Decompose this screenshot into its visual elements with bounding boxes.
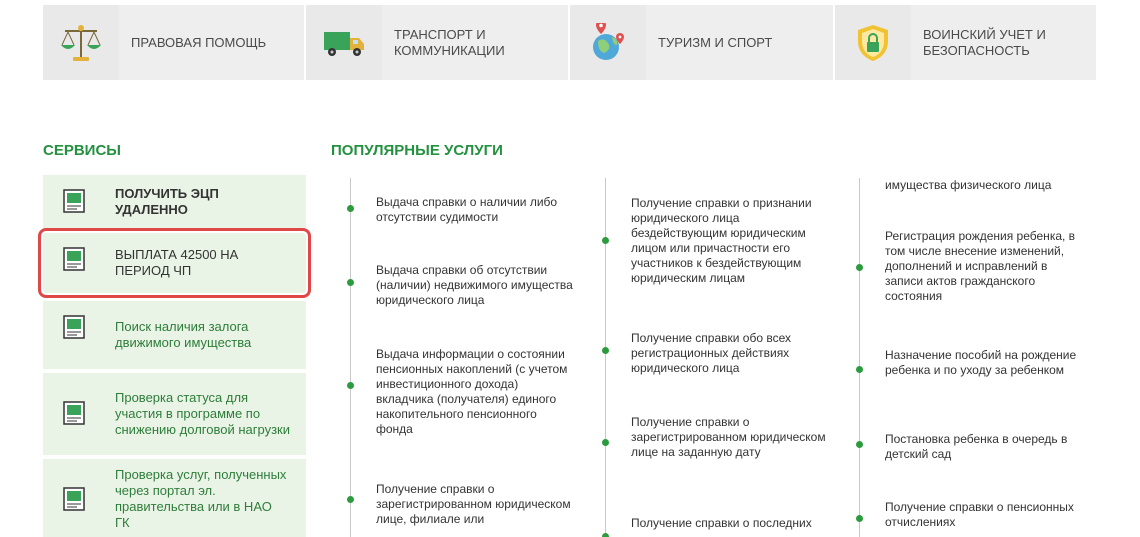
document-icon <box>63 401 85 425</box>
popular-item-label: Получение справки о признании юридическо… <box>631 196 812 285</box>
timeline-dot <box>347 382 354 389</box>
timeline-dot <box>856 264 863 271</box>
service-payment-42500[interactable]: ВЫПЛАТА 42500 НА ПЕРИОД ЧП <box>38 228 311 298</box>
service-label: Проверка услуг, полученных через портал … <box>115 467 287 530</box>
service-check-received-services[interactable]: Проверка услуг, полученных через портал … <box>43 459 306 537</box>
popular-item-label: Выдача справки о наличии либо отсутствии… <box>376 195 558 224</box>
timeline-dot <box>856 441 863 448</box>
service-label: ВЫПЛАТА 42500 НА ПЕРИОД ЧП <box>115 247 239 278</box>
service-pledge-search[interactable]: Поиск наличия залога движимого имущества <box>43 301 306 369</box>
timeline-line <box>350 178 351 537</box>
timeline-dot <box>347 205 354 212</box>
popular-item-label: Получение справки обо всех регистрационн… <box>631 331 792 375</box>
service-debt-program-status[interactable]: Проверка статуса для участия в программе… <box>43 373 306 455</box>
category-label: ТУРИЗМ И СПОРТ <box>646 5 833 80</box>
timeline-line <box>859 178 860 537</box>
category-military-security[interactable]: ВОИНСКИЙ УЧЕТ И БЕЗОПАСНОСТЬ <box>835 5 1096 80</box>
popular-item-label: Постановка ребенка в очередь в детский с… <box>885 432 1068 461</box>
category-legal[interactable]: ПРАВОВАЯ ПОМОЩЬ <box>43 5 304 80</box>
timeline-dot <box>602 533 609 537</box>
category-row: ПРАВОВАЯ ПОМОЩЬ ТРАНСПОРТ И КОММУНИКАЦИИ <box>43 5 1096 80</box>
document-icon <box>63 315 85 339</box>
timeline-dot <box>602 439 609 446</box>
category-label: ВОИНСКИЙ УЧЕТ И БЕЗОПАСНОСТЬ <box>911 5 1096 80</box>
timeline-dot <box>856 515 863 522</box>
timeline-dot <box>347 279 354 286</box>
scales-icon <box>61 24 101 61</box>
popular-item-label: Получение справки о последних <box>631 516 812 530</box>
popular-item-label: Назначение пособий на рождение ребенка и… <box>885 348 1077 377</box>
popular-item-label: Регистрация рождения ребенка, в том числ… <box>885 229 1076 303</box>
popular-item-label: Получение справки о зарегистрированном ю… <box>631 415 826 459</box>
truck-icon <box>324 31 364 56</box>
globe-pin-icon <box>593 22 624 60</box>
timeline-dot <box>856 366 863 373</box>
service-label: Поиск наличия залога движимого имущества <box>115 319 252 350</box>
category-tourism[interactable]: ТУРИЗМ И СПОРТ <box>570 5 833 80</box>
timeline-line <box>605 178 606 537</box>
popular-item-label: имущества физического лица <box>885 178 1052 192</box>
service-get-eds[interactable]: ПОЛУЧИТЬ ЭЦП УДАЛЕННО <box>43 175 306 229</box>
services-list: ПОЛУЧИТЬ ЭЦП УДАЛЕННО ВЫПЛАТА 42500 НА П… <box>38 175 311 537</box>
timeline-dot <box>347 496 354 503</box>
popular-item-label: Выдача справки об отсутствии (наличии) н… <box>376 263 573 307</box>
document-icon <box>63 487 85 511</box>
popular-item-label: Выдача информации о состоянии пенсионных… <box>376 347 568 436</box>
service-label: ПОЛУЧИТЬ ЭЦП УДАЛЕННО <box>115 186 219 217</box>
popular-item-label: Получение справки о пенсионных отчислени… <box>885 500 1074 529</box>
category-transport[interactable]: ТРАНСПОРТ И КОММУНИКАЦИИ <box>306 5 568 80</box>
service-label: Проверка статуса для участия в программе… <box>115 390 290 437</box>
popular-item-label: Получение справки о зарегистрированном ю… <box>376 482 571 526</box>
services-title: СЕРВИСЫ <box>43 142 121 159</box>
category-label: ТРАНСПОРТ И КОММУНИКАЦИИ <box>382 5 568 80</box>
timeline-dot <box>602 347 609 354</box>
timeline-dot <box>602 237 609 244</box>
document-icon <box>63 189 85 213</box>
document-icon <box>63 247 85 271</box>
category-label: ПРАВОВАЯ ПОМОЩЬ <box>119 5 304 80</box>
shield-lock-icon <box>858 24 888 61</box>
popular-services-title: ПОПУЛЯРНЫЕ УСЛУГИ <box>331 142 503 159</box>
